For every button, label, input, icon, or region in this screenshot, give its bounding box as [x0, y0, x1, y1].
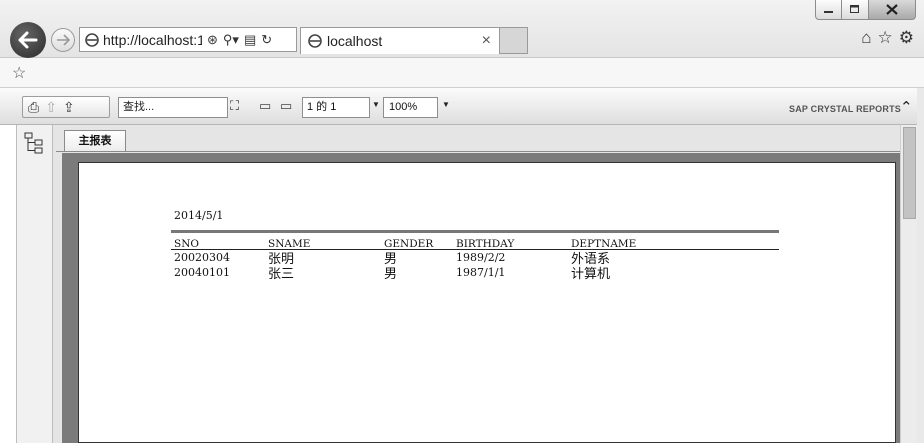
gear-icon[interactable]: ⚙	[899, 28, 914, 48]
cell-deptname: 计算机	[571, 267, 611, 282]
cell-gender: 男	[384, 267, 398, 282]
report-page: 2014/5/1 SNO SNAME GENDER BIRTHDAY DEPTN…	[78, 162, 896, 443]
page-dropdown-icon[interactable]: ▼	[372, 100, 380, 109]
cell-sname: 张三	[268, 267, 295, 282]
up-icon[interactable]: ⇧	[45, 99, 57, 116]
tab-localhost[interactable]: localhost ×	[300, 27, 500, 54]
new-tab-button[interactable]	[500, 27, 528, 54]
zoom-select[interactable]: 100%	[383, 97, 438, 118]
print-icon[interactable]: ⎙	[28, 99, 39, 116]
vertical-scrollbar[interactable]	[900, 125, 917, 443]
maximize-icon	[850, 5, 859, 13]
tab-main-report[interactable]: 主报表	[64, 130, 126, 152]
add-favorites-icon[interactable]: ☆	[12, 63, 26, 83]
report-viewer: 主报表 2014/5/1 SNO SNAME GENDER BIRTHDAY D…	[53, 125, 900, 443]
favorites-bar: ☆	[0, 58, 924, 88]
tab-title: localhost	[327, 33, 383, 49]
refresh-icon[interactable]: ↻	[261, 32, 272, 48]
cell-sno: 20040101	[174, 266, 230, 279]
ie-page-icon	[85, 32, 99, 47]
window-edge	[917, 88, 924, 443]
tab-close-button[interactable]: ×	[482, 32, 499, 50]
forward-button[interactable]	[51, 28, 75, 52]
group-tree-panel	[16, 125, 53, 443]
brand-label: SAP CRYSTAL REPORTS	[789, 104, 901, 114]
browser-titlebar: http://localhost:1 ⊛ ⚲▾ ▤ ↻ localhost × …	[0, 0, 924, 58]
cell-sno: 20020304	[174, 251, 230, 264]
maximize-button[interactable]	[842, 0, 869, 20]
prev-page-icon[interactable]: ▭	[280, 98, 292, 114]
header-rule-thick	[171, 230, 779, 233]
report-toolbar: ⎙ ⇧ ⇪ 查找... ⛶ ▭ ▭ 1 的 1 ▼ 100% ▼ SAP CRY…	[0, 88, 924, 125]
export-group: ⎙ ⇧ ⇪	[22, 96, 110, 118]
cell-birthday: 1987/1/1	[456, 266, 506, 279]
home-icon[interactable]: ⌂	[861, 28, 871, 48]
group-tree-icon[interactable]	[24, 132, 44, 154]
close-window-button[interactable]	[869, 0, 916, 20]
report-date: 2014/5/1	[174, 209, 224, 222]
ie-page-icon	[308, 34, 322, 48]
export-icon[interactable]: ⇪	[63, 99, 75, 116]
arrow-left-icon	[18, 31, 38, 49]
compat-view-icon[interactable]: ▤	[244, 32, 256, 48]
scrollbar-thumb[interactable]	[903, 127, 916, 219]
zoom-dropdown-icon[interactable]: ▼	[442, 100, 450, 109]
favorites-star-icon[interactable]: ☆	[878, 28, 893, 48]
close-icon	[886, 4, 898, 15]
address-url[interactable]: http://localhost:1	[103, 32, 202, 48]
first-page-icon[interactable]: ▭	[259, 98, 271, 114]
report-frame: 2014/5/1 SNO SNAME GENDER BIRTHDAY DEPTN…	[62, 153, 900, 443]
header-rule-thin	[171, 249, 779, 250]
binoculars-icon[interactable]: ⛶	[230, 98, 239, 114]
arrow-right-icon	[57, 34, 70, 46]
address-bar[interactable]: http://localhost:1 ⊛ ⚲▾ ▤ ↻	[79, 27, 297, 52]
cell-birthday: 1989/2/2	[456, 251, 506, 264]
search-input[interactable]: 查找...	[118, 97, 228, 118]
tab-divider	[56, 151, 900, 152]
minimize-button[interactable]	[815, 0, 842, 20]
back-button[interactable]	[10, 22, 46, 58]
search-icon[interactable]: ⚲▾	[223, 32, 239, 48]
minimize-icon	[823, 10, 833, 13]
compatibility-icon[interactable]: ⊛	[207, 32, 218, 48]
page-indicator[interactable]: 1 的 1	[302, 97, 370, 118]
chevron-up-icon[interactable]: ⌃	[900, 98, 913, 116]
